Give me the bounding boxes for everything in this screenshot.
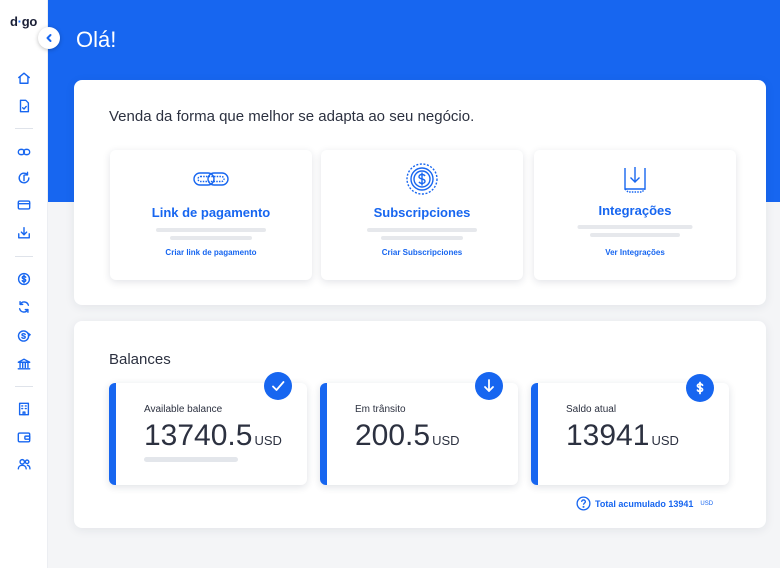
users-icon[interactable]	[16, 456, 32, 472]
create-subscriptions-link[interactable]: Criar Subscripciones	[321, 248, 523, 257]
view-integrations-link[interactable]: Ver Integrações	[534, 248, 736, 257]
balances-heading: Balances	[109, 351, 171, 368]
page-title: Olá!	[76, 27, 117, 52]
current-balance-value: 13941 USD	[566, 419, 679, 452]
available-balance-value: 13740.5 USD	[144, 419, 282, 452]
home-icon[interactable]	[16, 70, 32, 86]
chain-link-icon	[191, 162, 231, 196]
payment-link-card[interactable]: Link de pagamento Criar link de pagament…	[110, 150, 312, 280]
integrations-card[interactable]: Integrações Ver Integrações	[534, 150, 736, 280]
balances-panel: Balances Available balance 13740.5 USD Em…	[74, 321, 766, 528]
sales-heading: Venda da forma que melhor se adapta ao s…	[109, 108, 475, 125]
payment-link-title: Link de pagamento	[151, 205, 271, 220]
sync-icon[interactable]	[16, 299, 32, 315]
collapse-sidebar-button[interactable]	[38, 27, 60, 49]
logo[interactable]: d·go	[10, 14, 37, 29]
dollar-circle-icon[interactable]	[16, 271, 32, 287]
building-icon[interactable]	[16, 401, 32, 417]
download-tray-icon[interactable]	[16, 225, 32, 241]
bank-icon[interactable]	[16, 356, 32, 372]
subscriptions-title: Subscripciones	[373, 205, 471, 220]
sidebar: d·go	[0, 0, 48, 568]
wallet-icon[interactable]	[16, 429, 32, 445]
recurring-dollar-icon	[402, 162, 442, 196]
check-icon	[264, 372, 292, 400]
in-transit-value: 200.5 USD	[355, 419, 460, 452]
available-balance-label: Available balance	[144, 404, 223, 415]
dollar-transfer-icon[interactable]	[16, 328, 32, 344]
current-balance-label: Saldo atual	[566, 404, 617, 415]
in-transit-label: Em trânsito	[355, 404, 406, 415]
arrow-down-icon	[475, 372, 503, 400]
integrations-title: Integrações	[598, 203, 672, 218]
refresh-dollar-icon[interactable]	[16, 170, 32, 186]
total-accumulated-text: Total acumulado 13941	[595, 498, 694, 509]
document-icon[interactable]	[16, 98, 32, 114]
dollar-icon	[686, 374, 714, 402]
download-box-icon	[615, 162, 655, 196]
help-circle-icon[interactable]	[576, 496, 591, 511]
sales-options-panel: Venda da forma que melhor se adapta ao s…	[74, 80, 766, 305]
link-icon[interactable]	[16, 144, 32, 160]
total-accumulated: Total acumulado 13941 USD	[576, 496, 713, 511]
create-payment-link[interactable]: Criar link de pagamento	[110, 248, 312, 257]
chevron-left-icon	[46, 34, 52, 42]
subscriptions-card[interactable]: Subscripciones Criar Subscripciones	[321, 150, 523, 280]
card-icon[interactable]	[16, 197, 32, 213]
total-accumulated-unit: USD	[700, 500, 714, 507]
